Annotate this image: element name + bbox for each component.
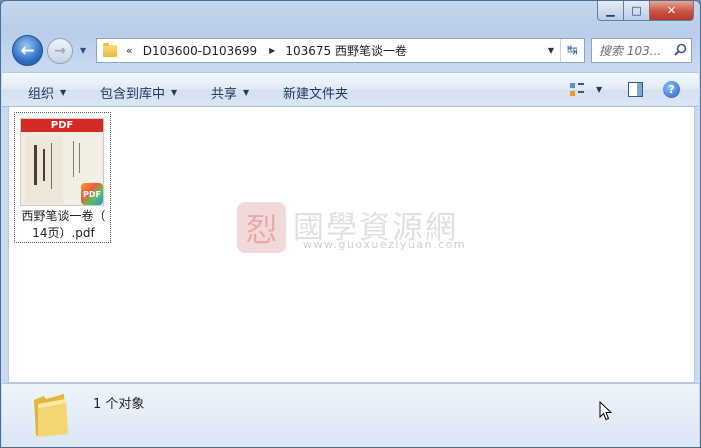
share-label: 共享 [211, 87, 238, 102]
file-name-line1: 西野笔谈一卷（ [21, 209, 106, 223]
file-item-pdf[interactable]: PDF PDF 西野笔谈一卷（ 14页）.pdf [14, 112, 111, 243]
organize-button[interactable]: 组织 ▼ [28, 83, 66, 102]
maximize-button[interactable]: □ [624, 1, 650, 21]
watermark-seal-icon: 㤠 [237, 202, 286, 253]
minimize-button[interactable]: ▁ [597, 1, 624, 21]
chevron-down-icon: ▼ [60, 88, 67, 97]
address-bar[interactable]: « D103600-D103699 ▶ 103675 西野笔谈一卷 ▼ ↹ [96, 38, 585, 63]
mouse-cursor-icon [599, 401, 613, 421]
watermark: 㤠 國學資源網 www.guoxueziyuan.com [237, 202, 497, 254]
close-button[interactable]: ✕ [650, 1, 694, 21]
forward-arrow-icon: → [54, 43, 66, 59]
include-in-library-button[interactable]: 包含到库中 ▼ [100, 83, 177, 102]
file-list-area[interactable]: PDF PDF 西野笔谈一卷（ 14页）.pdf 㤠 國學資源網 www.guo… [8, 107, 695, 383]
forward-button[interactable]: → [47, 38, 73, 64]
details-pane: 1 个对象 [2, 383, 699, 447]
folder-icon [103, 42, 117, 57]
share-button[interactable]: 共享 ▼ [211, 83, 249, 102]
pdf-thumbnail: PDF PDF [20, 118, 104, 206]
chevron-down-icon: ▼ [171, 88, 178, 97]
new-folder-button[interactable]: 新建文件夹 [283, 83, 348, 102]
address-dropdown[interactable]: ▼ [548, 46, 554, 55]
item-count: 1 个对象 [93, 397, 145, 412]
preview-pane-icon[interactable] [628, 82, 643, 97]
explorer-window: ▁ □ ✕ ← → ▼ « D103600-D103699 ▶ 103675 西… [0, 0, 701, 448]
back-button[interactable]: ← [12, 35, 43, 66]
pdf-icon: PDF [81, 183, 103, 205]
back-arrow-icon: ← [20, 40, 35, 61]
recent-pages-dropdown[interactable]: ▼ [80, 46, 86, 55]
thumbnail-page-left [25, 135, 63, 203]
folder-icon [34, 394, 68, 437]
new-folder-label: 新建文件夹 [283, 87, 349, 102]
view-options-dropdown[interactable]: ▼ [596, 85, 602, 94]
thumbnail-banner: PDF [21, 119, 103, 132]
refresh-icon: ↹ [567, 43, 578, 58]
breadcrumb-item-current[interactable]: 103675 西野笔谈一卷 [285, 42, 407, 59]
watermark-url: www.guoxueziyuan.com [303, 238, 467, 251]
command-bar: 组织 ▼ 包含到库中 ▼ 共享 ▼ 新建文件夹 ▼ ? [2, 72, 699, 107]
address-row: ← → ▼ « D103600-D103699 ▶ 103675 西野笔谈一卷 … [1, 34, 700, 68]
search-icon[interactable] [674, 43, 687, 56]
file-name-line2: 14页）.pdf [32, 226, 95, 240]
breadcrumb-item-range[interactable]: D103600-D103699 [143, 44, 257, 58]
include-in-library-label: 包含到库中 [100, 87, 166, 102]
view-options-icon[interactable] [569, 82, 585, 98]
organize-label: 组织 [28, 87, 55, 102]
file-name[interactable]: 西野笔谈一卷（ 14页）.pdf [15, 208, 112, 242]
refresh-button[interactable]: ↹ [560, 39, 584, 62]
search-input[interactable] [599, 43, 677, 58]
search-box[interactable] [591, 38, 692, 63]
caption-buttons: ▁ □ ✕ [597, 1, 694, 21]
breadcrumb-overflow[interactable]: « [126, 44, 133, 57]
chevron-down-icon: ▼ [243, 88, 250, 97]
help-icon[interactable]: ? [663, 81, 680, 98]
breadcrumb-separator[interactable]: ▶ [269, 46, 275, 55]
